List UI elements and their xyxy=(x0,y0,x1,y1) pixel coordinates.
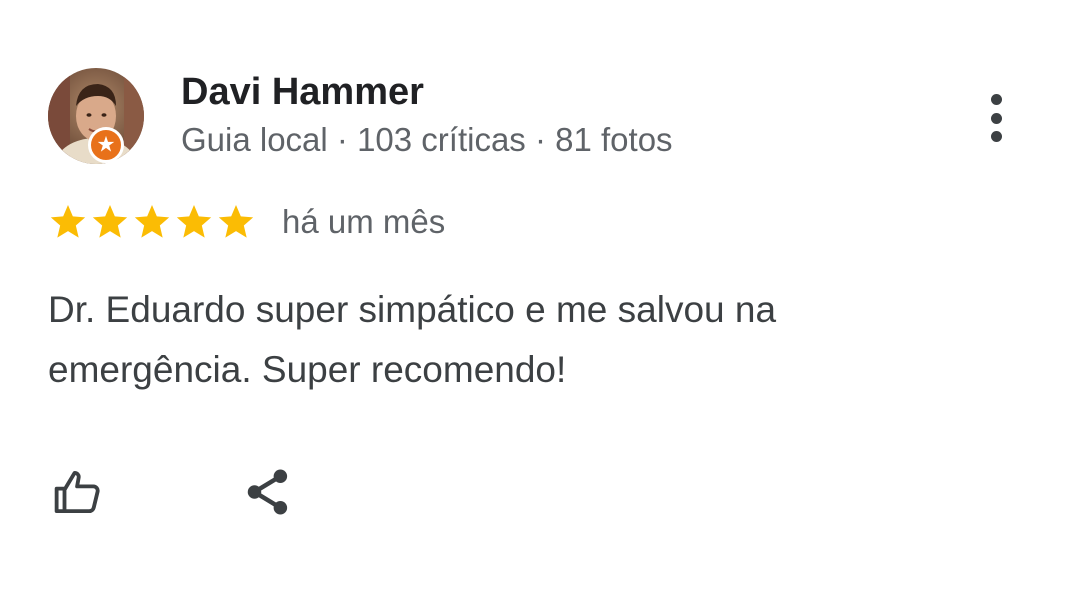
review-date: há um mês xyxy=(282,203,446,240)
author-meta: Guia local · 103 críticas · 81 fotos xyxy=(181,121,673,158)
review-card: Davi Hammer Guia local · 103 críticas · … xyxy=(0,0,1080,591)
rating-row: há um mês xyxy=(48,200,445,244)
author-name[interactable]: Davi Hammer xyxy=(181,70,424,114)
review-text: Dr. Eduardo super simpático e me salvou … xyxy=(48,289,777,390)
star-icon xyxy=(176,205,212,238)
thumbs-up-icon xyxy=(54,470,100,514)
share-button[interactable] xyxy=(236,462,300,522)
review-actions xyxy=(48,462,300,522)
more-options-button[interactable] xyxy=(972,88,1020,148)
star-icon xyxy=(134,205,170,238)
like-button[interactable] xyxy=(46,462,110,522)
star-icon xyxy=(92,205,128,238)
local-guide-badge-icon xyxy=(88,127,124,163)
share-icon xyxy=(247,469,288,515)
star-rating xyxy=(48,202,258,242)
star-badge-icon xyxy=(97,135,115,152)
star-icon xyxy=(218,205,254,238)
more-vertical-icon xyxy=(990,94,1002,105)
star-icon xyxy=(50,205,86,238)
